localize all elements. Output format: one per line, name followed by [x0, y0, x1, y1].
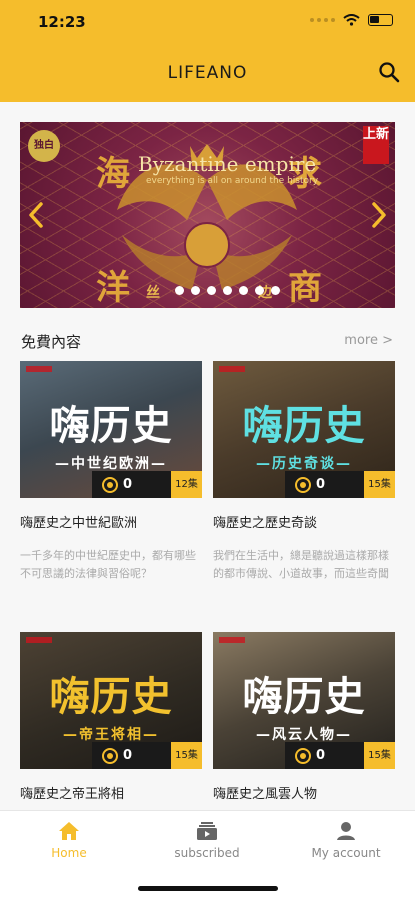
thumbnail-subtitle: —风云人物— — [256, 727, 352, 743]
thumbnail-subtitle: —历史奇谈— — [256, 456, 352, 472]
section-title: 免費內容 — [21, 333, 82, 351]
play-count: 0 — [123, 477, 133, 492]
content-card[interactable]: 嗨历史 —帝王将相— 0 15集 嗨歷史之帝王將相 — [20, 632, 202, 802]
thumbnail-logo — [219, 637, 245, 643]
chevron-left-icon[interactable] — [24, 200, 48, 230]
episode-count: 15集 — [171, 742, 202, 769]
carousel-dot[interactable] — [207, 286, 216, 295]
tab-label: subscribed — [174, 846, 240, 860]
banner-char: 海 — [96, 154, 130, 194]
play-icon — [295, 476, 311, 493]
card-title[interactable]: 嗨歷史之歷史奇談 — [213, 512, 395, 531]
episode-count: 15集 — [364, 742, 395, 769]
chevron-right-icon[interactable] — [367, 200, 391, 230]
tab-label: My account — [311, 846, 381, 860]
thumbnail-title: 嗨历史 — [49, 403, 173, 449]
home-icon — [59, 822, 79, 840]
thumbnail-logo — [219, 366, 245, 372]
tab-subscribed[interactable]: subscribed — [157, 821, 257, 860]
play-count-box: 0 — [285, 742, 364, 769]
play-icon — [102, 476, 118, 493]
carousel-dot[interactable] — [223, 286, 232, 295]
card-thumbnail[interactable]: 嗨历史 —中世纪欧洲— 0 12集 — [20, 361, 202, 498]
tab-my-account[interactable]: My account — [296, 821, 396, 860]
carousel-dots[interactable] — [175, 286, 280, 295]
app-title: LIFEANO — [167, 63, 248, 83]
thumbnail-title: 嗨历史 — [242, 674, 366, 720]
card-thumbnail[interactable]: 嗨历史 —帝王将相— 0 15集 — [20, 632, 202, 769]
card-description: 一千多年的中世紀歷史中，都有哪些不可思議的法律與習俗呢？ — [20, 549, 196, 580]
carousel-dot[interactable] — [271, 286, 280, 295]
banner-logo: 独白 — [28, 130, 60, 162]
thumbnail-title: 嗨历史 — [242, 403, 366, 449]
status-icons — [310, 14, 393, 26]
card-title[interactable]: 嗨歷史之中世紀歐洲 — [20, 512, 202, 531]
card-thumbnail[interactable]: 嗨历史 —风云人物— 0 15集 — [213, 632, 395, 769]
battery-icon — [368, 14, 393, 26]
card-thumbnail[interactable]: 嗨历史 —历史奇谈— 0 15集 — [213, 361, 395, 498]
home-indicator — [138, 886, 278, 891]
banner-carousel[interactable]: 独白 上新 海 求 洋 商 Byzantine empire everythin… — [20, 122, 395, 308]
banner-title: Byzantine empire — [138, 152, 317, 176]
thumbnail-subtitle: —中世纪欧洲— — [55, 456, 167, 472]
play-bar: 0 15集 — [285, 742, 395, 769]
new-badge: 上新 — [363, 126, 389, 164]
carousel-dot[interactable] — [239, 286, 248, 295]
carousel-dot[interactable] — [175, 286, 184, 295]
status-time: 12:23 — [38, 13, 86, 31]
carousel-dot[interactable] — [191, 286, 200, 295]
carousel-dot[interactable] — [255, 286, 264, 295]
card-title[interactable]: 嗨歷史之帝王將相 — [20, 783, 202, 802]
banner-small-char: 丝 — [146, 285, 160, 301]
play-count-box: 0 — [92, 742, 171, 769]
more-link[interactable]: more > — [344, 333, 393, 348]
content-card[interactable]: 嗨历史 —历史奇谈— 0 15集 嗨歷史之歷史奇談 我們在生活中，總是聽說過這樣… — [213, 361, 395, 583]
search-icon[interactable] — [377, 60, 401, 84]
episode-count: 12集 — [171, 471, 202, 498]
play-count: 0 — [123, 748, 133, 763]
play-bar: 0 15集 — [92, 742, 202, 769]
thumbnail-logo — [26, 637, 52, 643]
thumbnail-title: 嗨历史 — [49, 674, 173, 720]
app-screen: 12:23 LIFEANO 独白 上新 海 求 洋 商 Byzantine em… — [0, 0, 415, 900]
tab-label: Home — [51, 846, 87, 860]
signal-icon — [310, 18, 335, 22]
banner-subtitle: everything is all on around the history — [146, 176, 319, 186]
top-header: 12:23 LIFEANO — [0, 0, 415, 102]
card-description: 我們在生活中，總是聽說過這樣那樣的都市傳說、小道故事，而這些奇聞軼事到底是哪裏來… — [213, 549, 389, 580]
play-icon — [295, 747, 311, 764]
play-count-box: 0 — [285, 471, 364, 498]
wifi-icon — [343, 14, 360, 26]
play-bar: 0 12集 — [92, 471, 202, 498]
play-count: 0 — [316, 748, 326, 763]
content-card[interactable]: 嗨历史 —风云人物— 0 15集 嗨歷史之風雲人物 — [213, 632, 395, 802]
thumbnail-logo — [26, 366, 52, 372]
thumbnail-subtitle: —帝王将相— — [63, 727, 159, 743]
play-count-box: 0 — [92, 471, 171, 498]
play-count: 0 — [316, 477, 326, 492]
play-bar: 0 15集 — [285, 471, 395, 498]
episode-count: 15集 — [364, 471, 395, 498]
content-card[interactable]: 嗨历史 —中世纪欧洲— 0 12集 嗨歷史之中世紀歐洲 一千多年的中世紀歷史中，… — [20, 361, 202, 583]
banner-char: 洋 — [96, 268, 130, 308]
play-icon — [102, 747, 118, 764]
tab-home[interactable]: Home — [19, 821, 119, 860]
card-title[interactable]: 嗨歷史之風雲人物 — [213, 783, 395, 802]
banner-char: 商 — [288, 268, 322, 308]
subscribed-icon — [197, 822, 217, 840]
account-icon — [337, 822, 355, 840]
